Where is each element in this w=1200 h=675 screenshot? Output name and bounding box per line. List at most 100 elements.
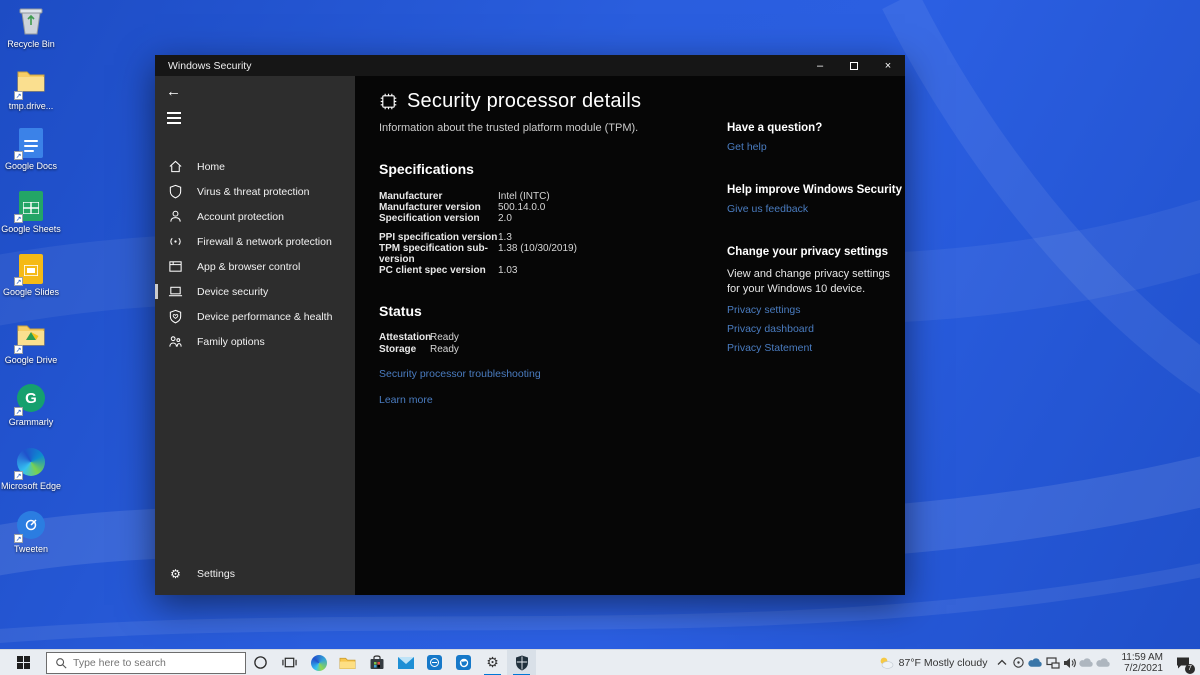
- tray-cloud-1[interactable]: [1078, 650, 1095, 675]
- taskbar-app-edge[interactable]: [304, 650, 333, 675]
- cloud-gray-icon: [1079, 658, 1094, 668]
- clock-date: 7/2/2021: [1121, 663, 1163, 674]
- desktop-icon-google-sheets[interactable]: ↗ Google Sheets: [0, 191, 62, 234]
- spec-row: Manufacturer version500.14.0.0: [379, 202, 714, 213]
- sidebar-item-virus-threat-protection[interactable]: Virus & threat protection: [155, 179, 355, 204]
- shortcut-arrow-icon: ↗: [14, 407, 23, 416]
- heart-shield-icon: [168, 309, 183, 324]
- specifications-heading: Specifications: [379, 161, 714, 177]
- blue-circle-app-icon: [427, 655, 442, 670]
- menu-toggle-button[interactable]: [167, 112, 181, 127]
- page-subtitle: Information about the trusted platform m…: [379, 122, 714, 134]
- shortcut-arrow-icon: ↗: [14, 214, 23, 223]
- spec-row: TPM specification sub-version1.38 (10/30…: [379, 243, 714, 265]
- blue-globe-app-icon: [456, 655, 471, 670]
- taskbar-app-microsoft-store[interactable]: [362, 650, 391, 675]
- privacy-settings-body: View and change privacy settings for you…: [727, 267, 905, 297]
- gear-icon: ⚙: [168, 567, 183, 581]
- taskbar-app-mail[interactable]: [391, 650, 420, 675]
- privacy-settings-heading: Change your privacy settings: [727, 246, 905, 258]
- status-row: AttestationReady: [379, 332, 714, 343]
- cloud-gray-icon: [1096, 658, 1111, 668]
- start-button[interactable]: [0, 650, 46, 675]
- spec-row: Specification version2.0: [379, 213, 714, 224]
- spec-row: PPI specification version1.3: [379, 232, 714, 243]
- taskbar-app-settings[interactable]: ⚙: [478, 650, 507, 675]
- spec-row: PC client spec version1.03: [379, 265, 714, 276]
- cloud-blue-icon: [1028, 658, 1043, 668]
- windows-security-window: Windows Security – × ← Home: [155, 55, 905, 595]
- grammarly-icon: G ↗: [16, 384, 46, 414]
- microsoft-edge-icon: [311, 655, 327, 671]
- desktop-icon-label: Google Docs: [0, 161, 62, 171]
- help-panel: Have a question? Get help Help improve W…: [727, 122, 905, 354]
- folder-icon: ↗: [16, 68, 46, 98]
- shortcut-arrow-icon: ↗: [14, 471, 23, 480]
- privacy-statement-link[interactable]: Privacy Statement: [727, 342, 905, 354]
- minimize-button[interactable]: –: [803, 55, 837, 76]
- learn-more-link[interactable]: Learn more: [379, 394, 714, 406]
- sidebar-item-app-browser-control[interactable]: App & browser control: [155, 254, 355, 279]
- desktop-icon-label: Recycle Bin: [0, 39, 62, 49]
- desktop-icon-google-docs[interactable]: ↗ Google Docs: [0, 128, 62, 171]
- shortcut-arrow-icon: ↗: [14, 151, 23, 160]
- privacy-settings-link[interactable]: Privacy settings: [727, 304, 905, 316]
- laptop-icon: [168, 284, 183, 299]
- network-icon: [1046, 657, 1060, 669]
- help-improve-heading: Help improve Windows Security: [727, 184, 905, 196]
- task-view-button[interactable]: [275, 650, 304, 675]
- sidebar-item-device-security[interactable]: Device security: [155, 279, 355, 304]
- weather-text: 87°F Mostly cloudy: [899, 657, 988, 669]
- tray-cloud-2[interactable]: [1095, 650, 1112, 675]
- google-slides-icon: ↗: [16, 254, 46, 284]
- give-us-feedback-link[interactable]: Give us feedback: [727, 203, 905, 215]
- taskbar-app-windows-security[interactable]: [507, 650, 536, 675]
- status-heading: Status: [379, 303, 714, 319]
- tweeten-icon: ↗: [16, 511, 46, 541]
- microsoft-edge-icon: ↗: [16, 448, 46, 478]
- taskbar-app-blue-globe[interactable]: [449, 650, 478, 675]
- taskbar-search[interactable]: [46, 652, 246, 674]
- taskbar-weather-widget[interactable]: 87°F Mostly cloudy: [872, 656, 994, 670]
- security-processor-troubleshooting-link[interactable]: Security processor troubleshooting: [379, 368, 714, 380]
- desktop-icon-google-slides[interactable]: ↗ Google Slides: [0, 254, 62, 297]
- sidebar-item-home[interactable]: Home: [155, 154, 355, 179]
- action-center-button[interactable]: 7: [1170, 650, 1196, 675]
- tray-onedrive[interactable]: [1027, 650, 1044, 675]
- close-button[interactable]: ×: [871, 55, 905, 76]
- tray-network[interactable]: [1044, 650, 1061, 675]
- desktop-icon-label: Google Drive: [0, 355, 62, 365]
- desktop-icon-grammarly[interactable]: G ↗ Grammarly: [0, 383, 62, 427]
- microsoft-store-icon: [369, 655, 385, 670]
- tray-volume[interactable]: [1061, 650, 1078, 675]
- sidebar-item-account-protection[interactable]: Account protection: [155, 204, 355, 229]
- cortana-button[interactable]: [246, 650, 275, 675]
- sidebar-item-firewall-network-protection[interactable]: Firewall & network protection: [155, 229, 355, 254]
- sidebar-item-settings[interactable]: ⚙ Settings: [155, 561, 355, 586]
- tray-update-status[interactable]: [1010, 650, 1027, 675]
- family-icon: [168, 334, 183, 349]
- desktop-icon-tweeten[interactable]: ↗ Tweeten: [0, 510, 62, 554]
- taskbar-clock[interactable]: 11:59 AM 7/2/2021: [1121, 652, 1163, 674]
- desktop-icon-microsoft-edge[interactable]: ↗ Microsoft Edge: [0, 447, 62, 491]
- desktop-icon-tmp-drive[interactable]: ↗ tmp.drive...: [0, 66, 62, 111]
- tpm-chip-icon: [379, 92, 398, 111]
- window-titlebar[interactable]: Windows Security – ×: [155, 55, 905, 76]
- show-hidden-icons-button[interactable]: [993, 650, 1010, 675]
- search-icon: [55, 657, 67, 669]
- get-help-link[interactable]: Get help: [727, 141, 905, 153]
- taskbar-app-blue-circle[interactable]: [420, 650, 449, 675]
- desktop-icon-google-drive[interactable]: ↗ Google Drive: [0, 320, 62, 365]
- clock-time: 11:59 AM: [1121, 652, 1163, 663]
- desktop-icon-label: Google Sheets: [0, 224, 62, 234]
- search-input[interactable]: [73, 657, 223, 669]
- maximize-button[interactable]: [837, 55, 871, 76]
- back-button[interactable]: ←: [166, 83, 181, 100]
- privacy-dashboard-link[interactable]: Privacy dashboard: [727, 323, 905, 335]
- sidebar-item-family-options[interactable]: Family options: [155, 329, 355, 354]
- desktop-icon-recycle-bin[interactable]: Recycle Bin: [0, 6, 62, 49]
- sidebar-item-device-performance-health[interactable]: Device performance & health: [155, 304, 355, 329]
- system-tray: 87°F Mostly cloudy: [872, 650, 1200, 675]
- maximize-icon: [850, 62, 858, 70]
- taskbar-app-file-explorer[interactable]: [333, 650, 362, 675]
